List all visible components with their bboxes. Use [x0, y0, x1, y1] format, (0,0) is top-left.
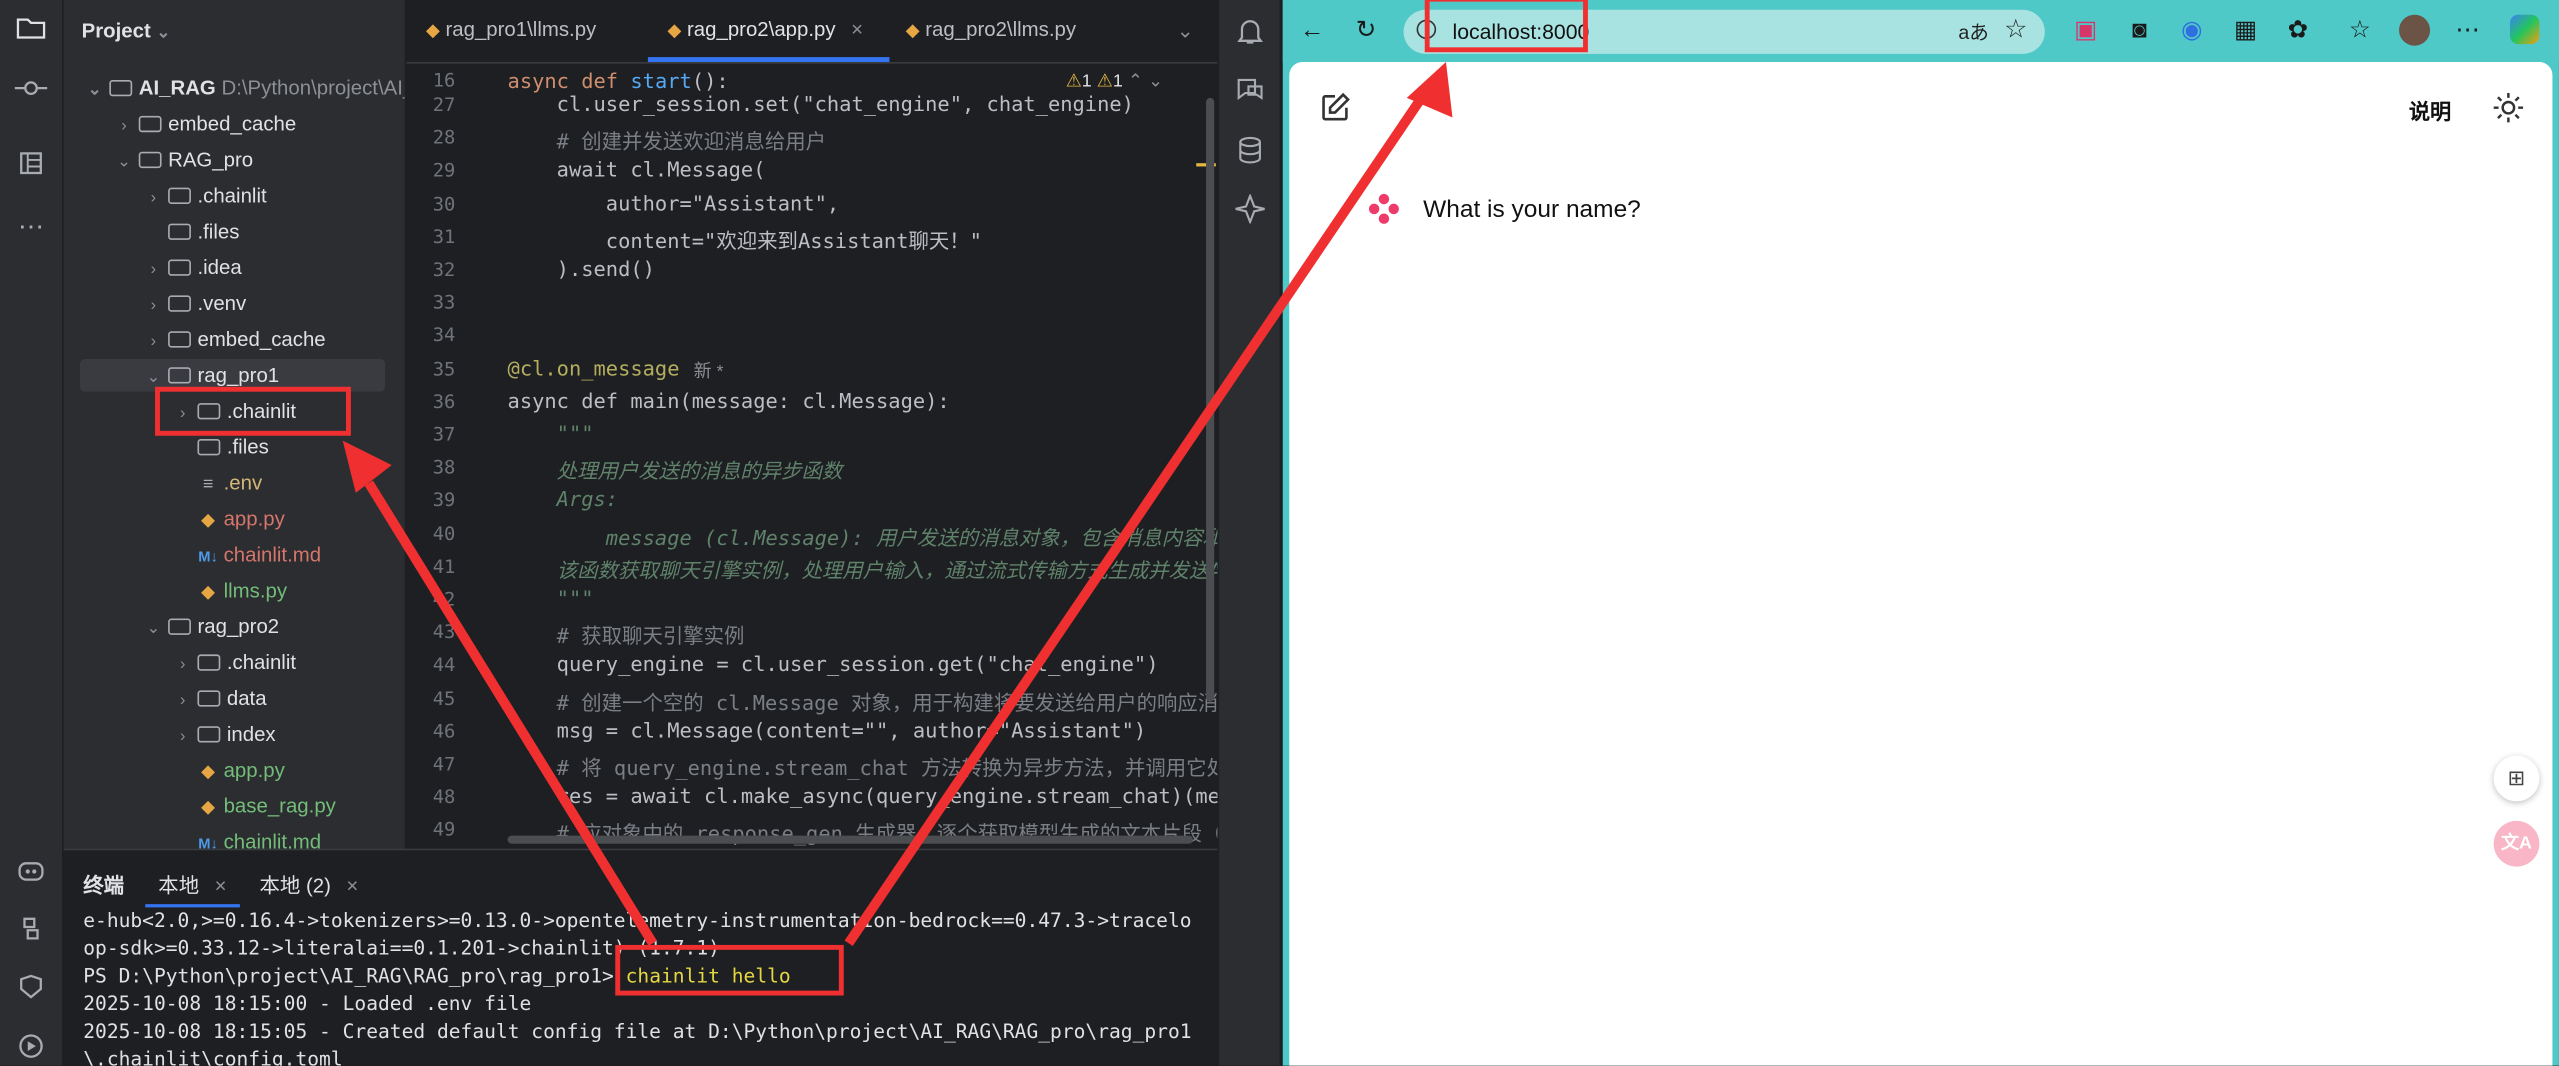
arrow-to-url — [844, 95, 1426, 947]
screenshot-stage: ⋯ Project ⌄ ⌄ AI_RAG D:\Python\project\AI… — [0, 0, 2559, 1066]
annotation-arrows — [342, 62, 1453, 947]
arrow-to-chainlit-folder — [364, 480, 657, 946]
